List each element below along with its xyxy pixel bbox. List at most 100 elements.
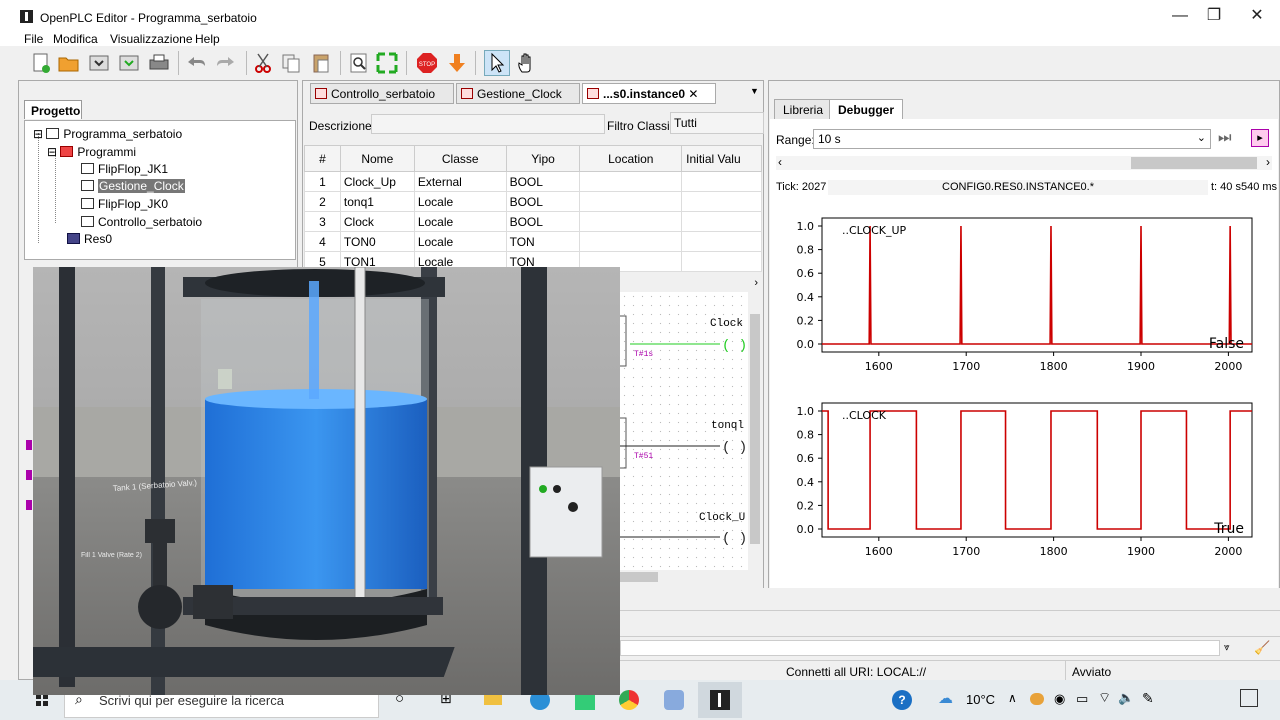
openplc-logo-icon bbox=[20, 10, 33, 23]
column-header[interactable]: Initial Valu bbox=[681, 145, 762, 172]
toolbar-separator bbox=[475, 51, 476, 75]
project-icon bbox=[46, 128, 60, 139]
program-icon bbox=[315, 88, 327, 99]
table-row[interactable]: 3 Clock Locale BOOL bbox=[304, 211, 762, 232]
save-icon[interactable] bbox=[86, 50, 112, 76]
export-graph-icon[interactable]: ▸ bbox=[1251, 129, 1269, 147]
folder-icon bbox=[60, 146, 74, 157]
chrome-icon[interactable] bbox=[619, 690, 639, 710]
notifications-icon[interactable] bbox=[1240, 689, 1258, 707]
table-row[interactable]: 2 tonq1 Locale BOOL bbox=[304, 191, 762, 212]
windows-start-icon[interactable] bbox=[36, 694, 48, 706]
scrollbar-thumb[interactable] bbox=[750, 314, 760, 544]
paste-icon[interactable] bbox=[308, 50, 334, 76]
column-header[interactable]: Yipo bbox=[505, 145, 581, 172]
undo-icon[interactable] bbox=[183, 50, 209, 76]
tab-controllo-serbatoio[interactable]: Controllo_serbatoio bbox=[310, 83, 454, 104]
tree-node-controllo-serbatoio[interactable]: Controllo_serbatoio bbox=[81, 215, 202, 229]
x-tick-label: 1900 bbox=[1127, 545, 1155, 558]
scrollbar-thumb[interactable] bbox=[1131, 157, 1257, 169]
network-icon[interactable]: ▭ bbox=[1076, 691, 1088, 707]
scrollbar-thumb[interactable] bbox=[620, 572, 658, 582]
svg-text:STOP: STOP bbox=[419, 62, 435, 68]
save-as-icon[interactable] bbox=[116, 50, 142, 76]
column-header[interactable]: Classe bbox=[413, 145, 507, 172]
volume-icon[interactable]: 🔈 bbox=[1118, 690, 1134, 706]
print-icon[interactable] bbox=[146, 50, 172, 76]
tab-progetto[interactable]: Progetto bbox=[24, 100, 82, 119]
tree-node-res0[interactable]: Res0 bbox=[67, 232, 112, 246]
table-header: # Nome Classe Yipo Location Initial Valu bbox=[304, 145, 762, 172]
redo-icon[interactable] bbox=[213, 50, 239, 76]
stop-icon[interactable]: STOP bbox=[414, 50, 440, 76]
new-file-icon[interactable] bbox=[28, 50, 54, 76]
maximize-button[interactable]: ❐ bbox=[1194, 4, 1234, 28]
window-title: OpenPLC Editor - Programma_serbatoio bbox=[40, 11, 257, 25]
y-tick-label: 0.2 bbox=[797, 314, 815, 327]
open-folder-icon[interactable] bbox=[56, 50, 82, 76]
wifi-icon[interactable]: ⌔ bbox=[1098, 689, 1111, 707]
scroll-left-icon[interactable]: ‹ bbox=[778, 155, 782, 169]
tab-gestione-clock[interactable]: Gestione_Clock bbox=[456, 83, 580, 104]
scroll-right-icon[interactable]: › bbox=[1266, 155, 1270, 169]
clear-log-icon[interactable]: 🧹 bbox=[1254, 640, 1270, 656]
class-filter-select[interactable]: Tutti bbox=[670, 112, 764, 134]
svg-text:( ): ( ) bbox=[722, 440, 747, 456]
ladder-diagram[interactable]: ( ) ( ) ( ) Clock T#1s tonql T#51 Clock_… bbox=[620, 292, 762, 574]
fullscreen-icon[interactable] bbox=[374, 50, 400, 76]
description-input[interactable] bbox=[371, 114, 605, 134]
collapse-icon[interactable]: ⩔ bbox=[1224, 642, 1230, 653]
range-select[interactable]: 10 s ⌄ bbox=[813, 129, 1211, 149]
help-icon[interactable]: ? bbox=[892, 690, 912, 710]
program-icon bbox=[81, 216, 94, 227]
tree-node-programs[interactable]: ⊟ Programmi bbox=[47, 145, 136, 159]
cut-icon[interactable] bbox=[250, 50, 276, 76]
y-tick-label: 0.6 bbox=[797, 452, 815, 465]
tab-instance0[interactable]: ...s0.instance0 ✕ bbox=[582, 83, 716, 104]
skip-to-end-icon[interactable]: ⏭ bbox=[1218, 129, 1232, 146]
tree-node-flipflop-jk1[interactable]: FlipFlop_JK1 bbox=[81, 162, 168, 176]
close-button[interactable]: ✕ bbox=[1237, 4, 1277, 28]
scroll-right-icon[interactable]: › bbox=[754, 277, 758, 289]
menu-help[interactable]: Help bbox=[195, 32, 220, 46]
temperature[interactable]: 10°C bbox=[966, 692, 995, 707]
tray-app-icon[interactable] bbox=[1030, 693, 1044, 705]
paint-icon[interactable] bbox=[664, 690, 684, 710]
menu-visualizzazione[interactable]: Visualizzazione bbox=[110, 32, 193, 46]
variable-path: CONFIG0.RES0.INSTANCE0.* bbox=[942, 181, 1094, 193]
tree-node-flipflop-jk0[interactable]: FlipFlop_JK0 bbox=[81, 197, 168, 211]
ladder-vscroll[interactable] bbox=[748, 292, 762, 574]
program-icon bbox=[81, 198, 94, 209]
tray-app2-icon[interactable]: ◉ bbox=[1054, 691, 1065, 707]
openplc-taskbar-button[interactable] bbox=[698, 682, 742, 718]
variables-table: # Nome Classe Yipo Location Initial Valu… bbox=[304, 145, 762, 272]
hand-icon[interactable] bbox=[514, 50, 540, 76]
close-tab-icon[interactable]: ✕ bbox=[688, 87, 698, 101]
table-row[interactable]: 4 TON0 Locale TON bbox=[304, 231, 762, 252]
column-header[interactable]: Nome bbox=[339, 145, 415, 172]
copy-icon[interactable] bbox=[278, 50, 304, 76]
series-name: ..CLOCK bbox=[842, 409, 887, 422]
tree-node-gestione-clock[interactable]: Gestione_Clock bbox=[81, 179, 185, 193]
tree-node-root[interactable]: ⊟ Programma_serbatoio bbox=[33, 127, 182, 141]
table-row[interactable]: 1 Clock_Up External BOOL bbox=[304, 171, 762, 192]
series-name: ..CLOCK_UP bbox=[842, 224, 907, 237]
tank-scene: Tank 1 (Serbatoio Valv.) Fill 1 Valve (R… bbox=[33, 267, 620, 695]
pen-icon[interactable]: ✎ bbox=[1142, 690, 1154, 707]
column-header[interactable]: # bbox=[304, 145, 341, 172]
find-icon[interactable] bbox=[346, 50, 372, 76]
tick-slider[interactable]: CONFIG0.RES0.INSTANCE0.* bbox=[828, 180, 1208, 195]
chevron-up-icon[interactable]: ∧ bbox=[1008, 691, 1017, 705]
debug-charts: 0.0 0.2 0.4 0.6 0.8 1.0 1600 1700 1800 1900 2000..… bbox=[797, 217, 1253, 558]
tab-list-dropdown-icon[interactable]: ▼ bbox=[750, 86, 759, 96]
y-tick-label: 0.8 bbox=[797, 429, 815, 442]
pointer-icon[interactable] bbox=[484, 50, 510, 76]
download-icon[interactable] bbox=[444, 50, 470, 76]
column-header[interactable]: Location bbox=[579, 145, 683, 172]
range-label: Range: bbox=[776, 133, 815, 147]
menu-modifica[interactable]: Modifica bbox=[53, 32, 98, 46]
menu-file[interactable]: File bbox=[24, 32, 43, 46]
tab-libreria[interactable]: Libreria bbox=[774, 99, 833, 119]
ladder-hscroll[interactable] bbox=[620, 570, 762, 584]
tab-debugger[interactable]: Debugger bbox=[829, 99, 904, 119]
